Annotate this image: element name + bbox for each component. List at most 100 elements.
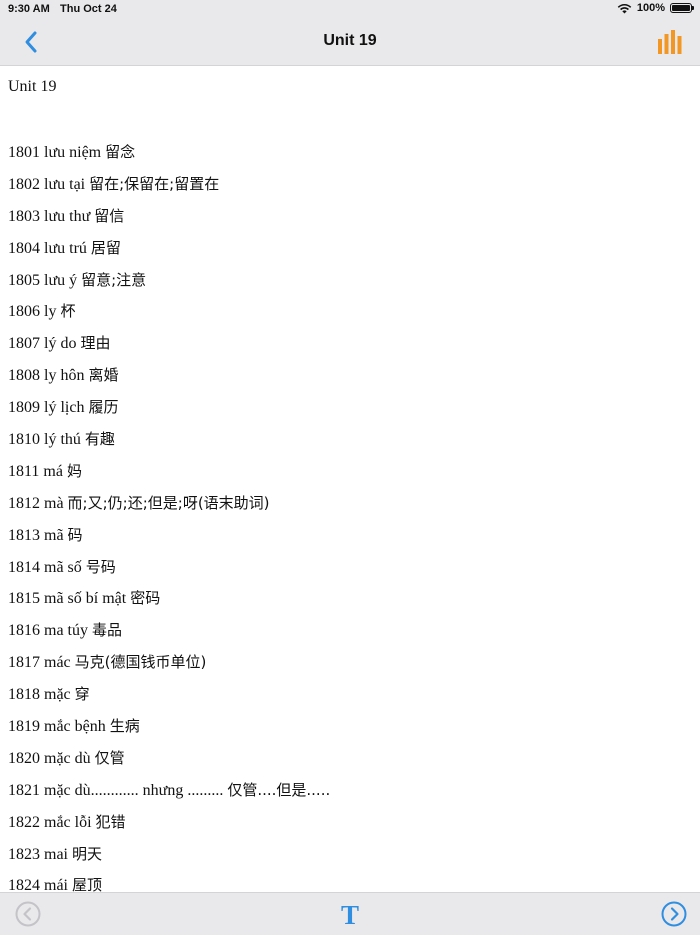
status-date: Thu Oct 24	[60, 3, 117, 15]
entry-chinese: 屋顶	[72, 876, 103, 892]
list-item: 1816 ma túy 毒品	[8, 620, 330, 652]
entry-number: 1822	[8, 813, 40, 831]
list-item: 1818 mặc 穿	[8, 684, 330, 716]
entry-chinese: 有趣	[84, 430, 115, 449]
content-area[interactable]: Unit 19 1801 lưu niệm 留念 1802 lưu tại 留在;…	[0, 66, 700, 892]
list-item: 1806 ly 杯	[8, 301, 330, 333]
font-size-button[interactable]: T	[335, 899, 365, 930]
list-item: 1802 lưu tại 留在;保留在;留置在	[8, 174, 330, 206]
entry-number: 1811	[8, 462, 40, 480]
status-indicators: 100%	[617, 2, 694, 14]
list-item: 1824 mái 屋顶	[8, 875, 330, 892]
entry-chinese: 离婚	[88, 366, 119, 385]
list-item: 1823 mai 明天	[8, 844, 330, 876]
entry-chinese: 马克(德国钱币单位)	[74, 653, 207, 672]
entry-chinese: 居留	[90, 238, 121, 257]
entry-chinese: 码	[67, 525, 83, 544]
list-item: 1813 mã 码	[8, 525, 330, 557]
entry-chinese: 穿	[74, 685, 90, 704]
status-bar: 9:30 AM Thu Oct 24 100%	[0, 0, 700, 20]
entry-vietnamese: mai	[44, 845, 68, 863]
entry-number: 1807	[8, 335, 40, 353]
list-item: 1804 lưu trú 居留	[8, 238, 330, 270]
entry-chinese: 密码	[130, 589, 161, 608]
wifi-icon	[617, 3, 632, 13]
entry-number: 1804	[8, 239, 40, 257]
navigation-bar: Unit 19	[0, 20, 700, 66]
entry-number: 1806	[8, 303, 40, 321]
vocabulary-list: 1801 lưu niệm 留念 1802 lưu tại 留在;保留在;留置在 1…	[8, 142, 330, 892]
list-item: 1807 lý do 理由	[8, 333, 330, 365]
entry-number: 1820	[8, 749, 40, 767]
battery-icon	[670, 3, 694, 13]
list-item: 1803 lưu thư 留信	[8, 206, 330, 238]
status-time: 9:30 AM	[8, 3, 50, 15]
entry-number: 1803	[8, 207, 40, 225]
list-item: 1821 mặc dù............ nhưng ......... …	[8, 780, 330, 812]
entry-vietnamese: mặc dù	[44, 749, 91, 767]
entry-number: 1813	[8, 526, 40, 544]
entry-chinese: 妈	[66, 461, 82, 480]
entry-number: 1823	[8, 845, 40, 863]
entry-vietnamese: lý lịch	[44, 399, 85, 417]
list-item: 1815 mã số bí mật 密码	[8, 588, 330, 620]
svg-text:T: T	[341, 900, 359, 929]
circle-chevron-right-icon	[661, 901, 687, 927]
entry-chinese: 明天	[72, 844, 103, 863]
entry-chinese: 仅管....但是.....	[227, 780, 331, 799]
list-item: 1817 mác 马克(德国钱币单位)	[8, 652, 330, 684]
list-item: 1811 má 妈	[8, 461, 330, 493]
statistics-button[interactable]	[658, 30, 682, 54]
entry-vietnamese: mã số bí mật	[44, 590, 127, 608]
entry-number: 1819	[8, 718, 40, 736]
list-item: 1822 mắc lỗi 犯错	[8, 812, 330, 844]
entry-number: 1815	[8, 590, 40, 608]
next-unit-button[interactable]	[661, 901, 687, 927]
entry-chinese: 生病	[109, 717, 140, 736]
entry-vietnamese: mái	[44, 877, 68, 892]
entry-number: 1812	[8, 494, 40, 512]
entry-number: 1810	[8, 431, 40, 449]
entry-chinese: 理由	[80, 334, 111, 353]
entry-chinese: 犯错	[95, 812, 126, 831]
entry-vietnamese: mặc	[44, 686, 71, 704]
entry-chinese: 仅管	[94, 748, 125, 767]
entry-chinese: 号码	[85, 557, 116, 576]
entry-number: 1821	[8, 781, 40, 799]
entry-vietnamese: mặc dù............ nhưng .........	[44, 781, 224, 799]
entry-vietnamese: ma túy	[44, 622, 88, 640]
list-item: 1810 lý thú 有趣	[8, 429, 330, 461]
entry-number: 1808	[8, 367, 40, 385]
page-title: Unit 19	[323, 32, 377, 49]
entry-number: 1805	[8, 271, 40, 289]
entry-number: 1816	[8, 622, 40, 640]
list-item: 1814 mã số 号码	[8, 557, 330, 589]
entry-vietnamese: lý do	[44, 335, 77, 353]
entry-number: 1801	[8, 144, 40, 161]
entry-vietnamese: mà	[44, 494, 64, 512]
entry-vietnamese: mác	[44, 654, 71, 672]
circle-chevron-left-icon	[15, 901, 41, 927]
entry-chinese: 留信	[94, 206, 125, 225]
entry-vietnamese: ly hôn	[44, 367, 85, 385]
list-item: 1808 ly hôn 离婚	[8, 365, 330, 397]
entry-number: 1818	[8, 686, 40, 704]
entry-chinese: 留在;保留在;留置在	[89, 174, 220, 193]
entry-vietnamese: mắc bệnh	[44, 718, 106, 736]
previous-unit-button[interactable]	[15, 901, 41, 927]
bottom-toolbar: T	[0, 892, 700, 935]
entry-vietnamese: mắc lỗi	[44, 813, 92, 831]
entry-number: 1814	[8, 558, 40, 576]
list-item: 1801 lưu niệm 留念	[8, 142, 330, 174]
battery-fill	[672, 5, 690, 11]
entry-chinese: 杯	[60, 302, 76, 321]
battery-percent: 100%	[636, 2, 665, 14]
entry-vietnamese: má	[43, 462, 63, 480]
list-item: 1820 mặc dù 仅管	[8, 748, 330, 780]
entry-vietnamese: lưu trú	[44, 239, 87, 257]
list-item: 1812 mà 而;又;仍;还;但是;呀(语末助词)	[8, 493, 330, 525]
list-item: 1805 lưu ý 留意;注意	[8, 270, 330, 302]
entry-vietnamese: lưu tại	[44, 175, 86, 193]
entry-vietnamese: lưu niệm	[44, 144, 102, 161]
entry-chinese: 而;又;仍;还;但是;呀(语末助词)	[67, 493, 270, 512]
